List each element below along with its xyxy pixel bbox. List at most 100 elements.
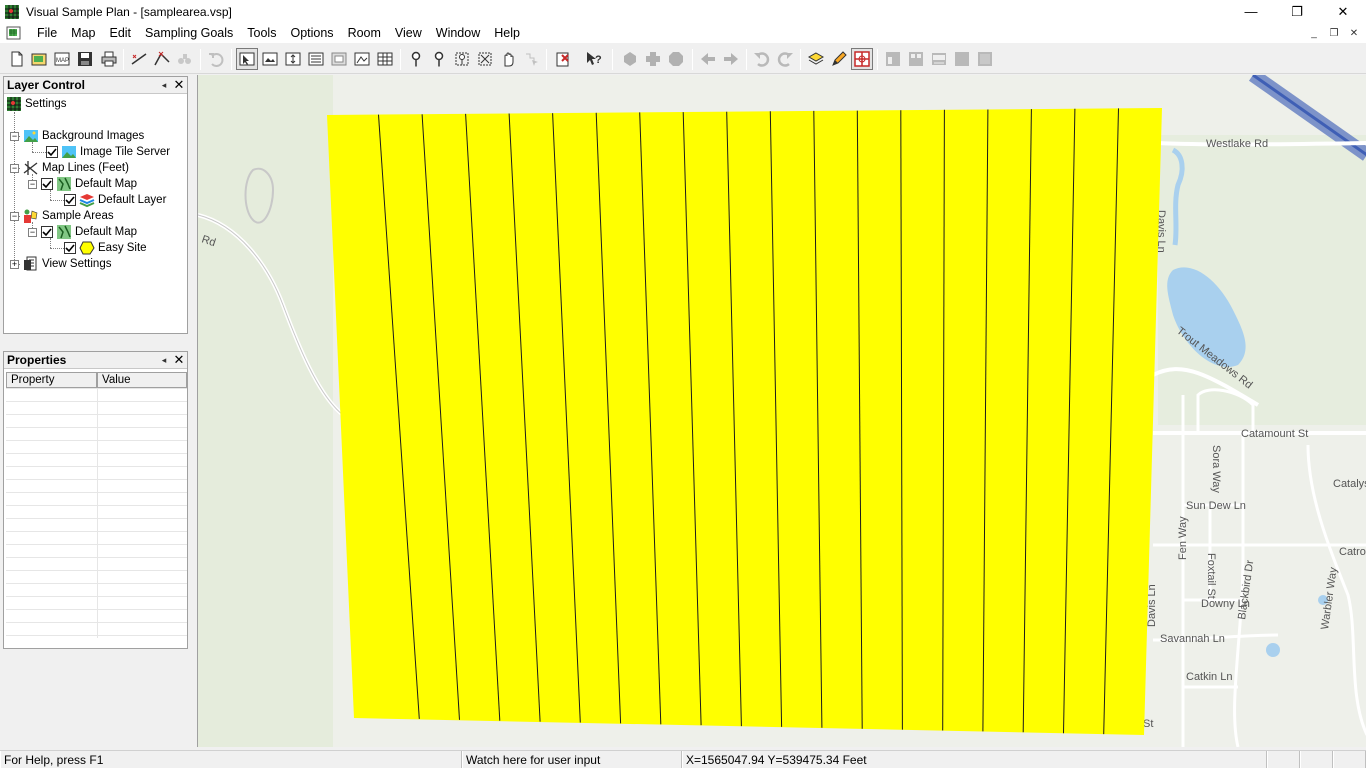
pencil-icon [832,51,847,66]
collapse-toggle[interactable]: − [10,211,19,221]
restore-button[interactable]: ❐ [1274,0,1320,23]
layer-control-title: Layer Control [7,78,86,92]
visibility-checkbox[interactable] [46,146,58,158]
graph-view-button[interactable] [328,48,350,70]
draw-line-button[interactable] [128,48,150,70]
add-area-button[interactable] [642,48,664,70]
layout-b-button[interactable] [905,48,927,70]
grid-view-button[interactable] [374,48,396,70]
menu-file[interactable]: File [30,23,64,43]
visibility-checkbox[interactable] [41,226,53,238]
report-view-icon [308,52,324,66]
delete-sample-button[interactable] [474,48,496,70]
menu-room[interactable]: Room [341,23,388,43]
move-sample-button[interactable] [451,48,473,70]
sample-area-easy-site[interactable] [327,108,1162,735]
layers-icon [807,52,825,65]
visibility-checkbox[interactable] [41,178,53,190]
tree-item-image-tile-server[interactable]: Image Tile Server [46,144,170,160]
undo-button[interactable] [205,48,227,70]
save-button[interactable] [74,48,96,70]
menu-tools[interactable]: Tools [240,23,283,43]
sample-marker-button[interactable] [405,48,427,70]
properties-pin-button[interactable]: ◂ [157,355,171,366]
tree-item-easy-site[interactable]: Easy Site [64,240,147,256]
delete-sample-icon [478,52,492,66]
close-button[interactable]: ✕ [1320,0,1366,23]
rotate-right-button[interactable] [774,48,796,70]
collapse-toggle[interactable]: − [28,179,37,189]
remove-button[interactable] [552,48,574,70]
tree-item-sample-areas[interactable]: − Sample Areas [10,208,114,224]
column-header-property[interactable]: Property [6,372,97,388]
map-icon [57,225,71,239]
sample-tool-button[interactable] [174,48,196,70]
tree-item-settings[interactable]: Settings [6,96,67,112]
column-header-value[interactable]: Value [97,372,187,388]
collapse-toggle[interactable]: − [10,131,19,141]
visibility-checkbox[interactable] [64,194,76,206]
vsp-app-icon [5,4,19,19]
pointer-button[interactable] [520,48,542,70]
menu-help[interactable]: Help [487,23,527,43]
forward-button[interactable] [720,48,742,70]
map-view[interactable]: Westlake Rd Rd Davis Ln Trout Meadows Rd… [197,75,1366,747]
properties-grid[interactable] [6,388,187,638]
tree-item-sample-areas-default-map[interactable]: − Default Map [28,224,137,240]
menu-window[interactable]: Window [429,23,487,43]
menu-sampling-goals[interactable]: Sampling Goals [138,23,240,43]
select-mode-button[interactable] [236,48,258,70]
polygon-button[interactable] [619,48,641,70]
add-sample-button[interactable] [428,48,450,70]
tree-item-view-settings[interactable]: + View Settings [10,256,111,272]
status-indicator [1333,751,1366,768]
menu-edit[interactable]: Edit [102,23,138,43]
layout-d-button[interactable] [974,48,996,70]
zoom-extent-button[interactable] [851,48,873,70]
collapse-toggle[interactable]: − [28,227,37,237]
image-tile-icon [62,146,76,158]
tree-item-background-images[interactable]: − Background Images [10,128,144,144]
menu-options[interactable]: Options [283,23,340,43]
print-button[interactable] [98,48,120,70]
minimize-button[interactable]: — [1228,0,1274,23]
mdi-close-button[interactable]: ✕ [1344,24,1364,42]
new-file-button[interactable] [6,48,28,70]
collapse-toggle[interactable]: − [10,163,19,173]
back-button[interactable] [697,48,719,70]
3d-view-button[interactable] [351,48,373,70]
report-view-button[interactable] [305,48,327,70]
tree-item-default-layer[interactable]: Default Layer [64,192,166,208]
draw-polyline-button[interactable] [151,48,173,70]
edit-pencil-button[interactable] [828,48,850,70]
title-bar: Visual Sample Plan - [samplearea.vsp] — … [0,0,1366,23]
open-map-button[interactable] [28,48,50,70]
open-map-file-button[interactable]: MAP [51,48,73,70]
rotate-left-button[interactable] [751,48,773,70]
subtract-area-button[interactable] [665,48,687,70]
menu-map[interactable]: Map [64,23,102,43]
map-canvas[interactable]: Westlake Rd Rd Davis Ln Trout Meadows Rd… [198,75,1366,747]
vertical-view-button[interactable] [282,48,304,70]
document-icon[interactable] [6,25,22,41]
layout-a-button[interactable] [882,48,904,70]
menu-view[interactable]: View [388,23,429,43]
map-view-button[interactable] [259,48,281,70]
layer-control-pin-button[interactable]: ◂ [157,80,171,91]
pointer-icon [526,53,538,66]
visibility-checkbox[interactable] [64,242,76,254]
layout-c-button[interactable] [951,48,973,70]
context-help-button[interactable]: ? [583,48,605,70]
mdi-minimize-button[interactable]: _ [1304,24,1324,42]
mdi-restore-button[interactable]: ❐ [1324,24,1344,42]
pan-button[interactable] [497,48,519,70]
tree-item-map-lines[interactable]: − Map Lines (Feet) [10,160,129,176]
note-button[interactable] [928,48,950,70]
tree-item-label: Map Lines (Feet) [42,162,129,174]
properties-close-button[interactable]: ✕ [171,352,187,368]
layers-button[interactable] [805,48,827,70]
sample-area-polygon[interactable] [327,108,1162,735]
tree-item-map-lines-default-map[interactable]: − Default Map [28,176,137,192]
expand-toggle[interactable]: + [10,259,19,269]
layer-control-close-button[interactable]: ✕ [171,77,187,93]
